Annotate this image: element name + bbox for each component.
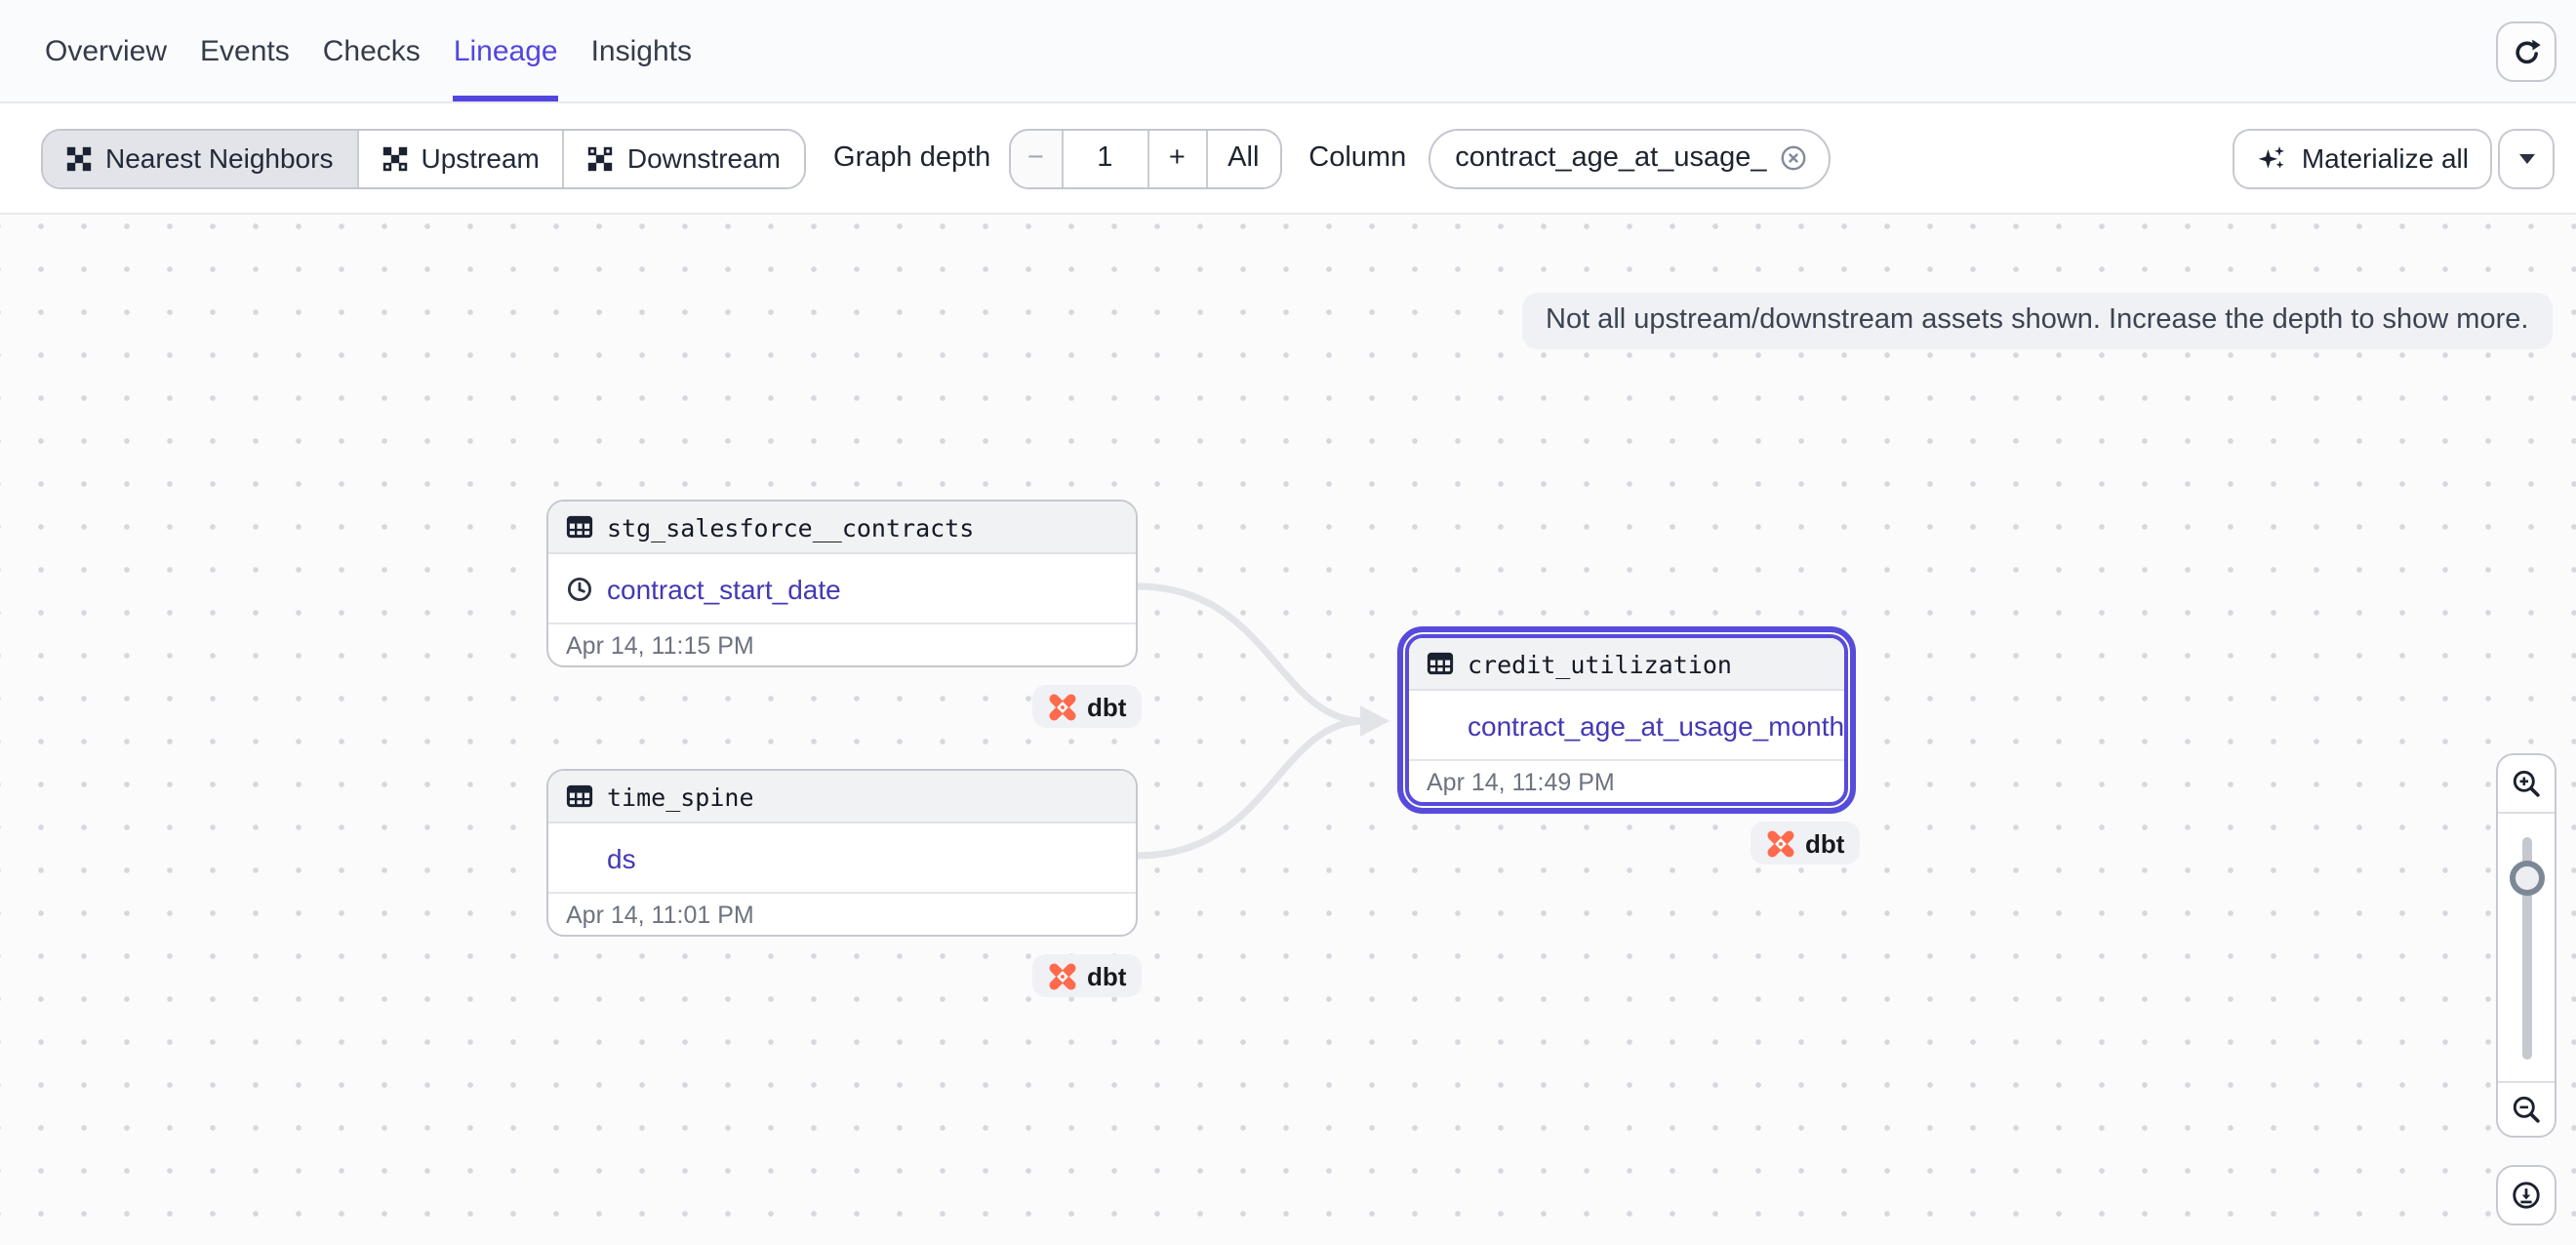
- mode-downstream[interactable]: Downstream: [563, 130, 804, 186]
- node-timestamp: Apr 14, 11:01 PM: [548, 892, 1136, 935]
- column-icon-slot: [566, 844, 593, 871]
- refresh-button[interactable]: [2496, 21, 2556, 82]
- node-title: credit_utilization: [1468, 649, 1732, 678]
- node-title: time_spine: [607, 782, 754, 811]
- mode-upstream[interactable]: Upstream: [356, 130, 562, 186]
- node-header: credit_utilization: [1409, 638, 1844, 691]
- asset-node-credit-utilization[interactable]: credit_utilization contract_age_at_usage…: [1405, 634, 1848, 806]
- upstream-icon: [382, 145, 407, 171]
- downstream-icon: [588, 145, 614, 171]
- dbt-badge: dbt: [1032, 685, 1142, 728]
- asset-node-time-spine[interactable]: time_spine ds Apr 14, 11:01 PM: [546, 769, 1138, 937]
- materialize-all-label: Materialize all: [2302, 142, 2469, 174]
- lineage-edges: [0, 215, 2576, 1245]
- node-title: stg_salesforce__contracts: [607, 512, 974, 542]
- sparkles-icon: [2257, 142, 2288, 174]
- asset-lineage-page: Overview Events Checks Lineage Insights: [0, 0, 2576, 1245]
- node-timestamp: Apr 14, 11:15 PM: [548, 622, 1136, 665]
- table-icon: [566, 783, 593, 810]
- tabs: Overview Events Checks Lineage Insights: [0, 0, 692, 101]
- zoom-slider: [2498, 814, 2555, 1081]
- mode-label: Downstream: [627, 142, 781, 174]
- caret-down-icon: [2518, 153, 2534, 163]
- nearest-neighbors-icon: [66, 145, 92, 171]
- column-name: contract_start_date: [607, 573, 841, 604]
- dbt-badge: dbt: [1751, 822, 1860, 864]
- node-column-row[interactable]: ds: [548, 823, 1136, 892]
- dbt-badge: dbt: [1032, 954, 1142, 997]
- tab-bar: Overview Events Checks Lineage Insights: [0, 0, 2576, 103]
- depth-decrement-button[interactable]: −: [1010, 130, 1061, 186]
- recenter-icon: [2510, 1179, 2543, 1212]
- zoom-panel: [2496, 753, 2556, 1138]
- lineage-toolbar: Nearest Neighbors Upstream: [0, 103, 2576, 215]
- column-name: contract_age_at_usage_month: [1468, 709, 1844, 741]
- depth-notice: Not all upstream/downstream assets shown…: [1522, 293, 2552, 349]
- tab-events[interactable]: Events: [200, 0, 290, 101]
- tab-lineage[interactable]: Lineage: [454, 0, 558, 101]
- dbt-logo-icon: [1048, 961, 1077, 990]
- lineage-canvas[interactable]: Not all upstream/downstream assets shown…: [0, 215, 2576, 1245]
- graph-depth-stepper: − 1 + All: [1008, 128, 1281, 188]
- node-column-row[interactable]: contract_start_date: [548, 554, 1136, 622]
- tab-insights[interactable]: Insights: [591, 0, 692, 101]
- zoom-in-button[interactable]: [2498, 755, 2555, 814]
- zoom-out-button[interactable]: [2498, 1081, 2555, 1136]
- dbt-badge-label: dbt: [1087, 961, 1126, 990]
- depth-all-button[interactable]: All: [1205, 130, 1279, 186]
- zoom-out-icon: [2510, 1093, 2543, 1126]
- node-header: time_spine: [548, 771, 1136, 823]
- node-column-row[interactable]: contract_age_at_usage_month: [1409, 691, 1844, 759]
- materialize-controls: Materialize all: [2234, 128, 2555, 188]
- refresh-icon: [2509, 34, 2544, 69]
- table-icon: [566, 513, 593, 541]
- tab-overview[interactable]: Overview: [45, 0, 167, 101]
- depth-increment-button[interactable]: +: [1147, 130, 1205, 186]
- zoom-slider-handle[interactable]: [2509, 861, 2544, 896]
- column-filter-chip[interactable]: contract_age_at_usage_: [1428, 128, 1831, 188]
- node-header: stg_salesforce__contracts: [548, 502, 1136, 554]
- dbt-logo-icon: [1048, 692, 1077, 721]
- materialize-all-button[interactable]: Materialize all: [2234, 128, 2492, 188]
- materialize-dropdown-button[interactable]: [2498, 128, 2555, 188]
- graph-mode-group: Nearest Neighbors Upstream: [41, 128, 806, 188]
- dbt-logo-icon: [1766, 828, 1795, 858]
- circle-x-icon[interactable]: [1779, 142, 1810, 174]
- tab-checks[interactable]: Checks: [323, 0, 421, 101]
- mode-nearest-neighbors[interactable]: Nearest Neighbors: [43, 130, 356, 186]
- clock-icon: [566, 575, 593, 602]
- recenter-button[interactable]: [2496, 1165, 2556, 1225]
- mode-label: Nearest Neighbors: [105, 142, 333, 174]
- dbt-badge-label: dbt: [1087, 692, 1126, 721]
- zoom-in-icon: [2510, 767, 2543, 800]
- column-filter-value: contract_age_at_usage_: [1455, 142, 1766, 174]
- asset-node-stg-salesforce-contracts[interactable]: stg_salesforce__contracts contract_start…: [546, 500, 1138, 667]
- mode-label: Upstream: [421, 142, 539, 174]
- table-icon: [1427, 650, 1454, 677]
- node-timestamp: Apr 14, 11:49 PM: [1409, 759, 1844, 802]
- column-filter-label: Column: [1308, 142, 1406, 174]
- depth-value[interactable]: 1: [1061, 130, 1147, 186]
- dbt-badge-label: dbt: [1805, 828, 1844, 858]
- column-icon-slot: [1427, 711, 1454, 739]
- column-name: ds: [607, 842, 636, 873]
- graph-depth-label: Graph depth: [833, 142, 990, 174]
